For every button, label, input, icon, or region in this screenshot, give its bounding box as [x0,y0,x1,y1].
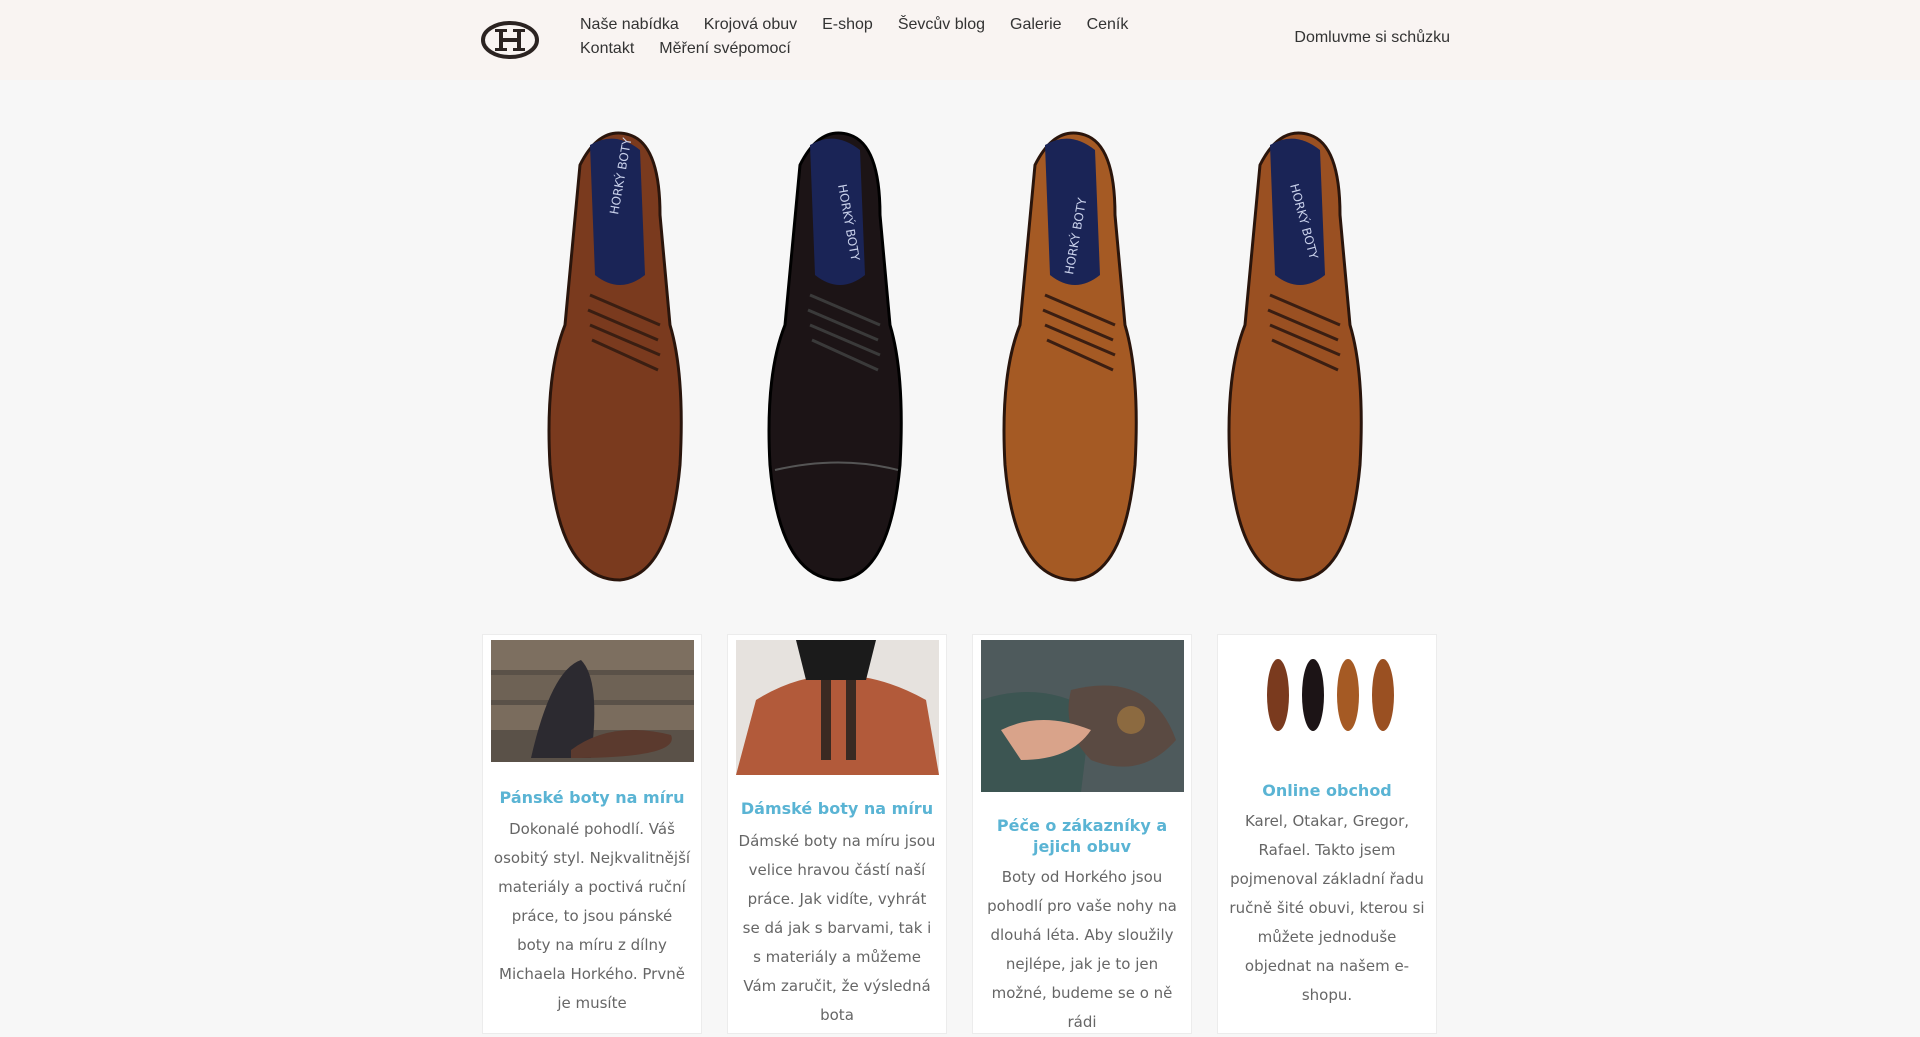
nav-item-krojova-obuv[interactable]: Krojová obuv [704,15,797,35]
nav-item-kontakt[interactable]: Kontakt [580,39,634,59]
card-text: Karel, Otakar, Gregor, Rafael. Takto jse… [1229,812,1425,1004]
shoe-care-image [981,640,1184,792]
shoe-collection-image [1226,640,1429,750]
nav-item-sevcuv-blog[interactable]: Ševcův blog [898,15,985,35]
card-title[interactable]: Dámské boty na míru [734,798,940,819]
mens-shoes-workshop-image [491,640,694,762]
shoe-image-cognac-wingtip: HORKÝ BOTY [1227,131,1363,582]
shoe-image-black-cap-toe: HORKÝ BOTY [767,131,903,582]
card-online-obchod[interactable]: Online obchod Karel, Otakar, Gregor, Raf… [1217,634,1437,1034]
nav-item-galerie[interactable]: Galerie [1010,15,1062,35]
card-title[interactable]: Online obchod [1224,780,1430,801]
card-damske-boty[interactable]: Dámské boty na míru Dámské boty na míru … [727,634,947,1034]
main-nav: Naše nabídka Krojová obuv E-shop Ševcův … [580,15,1160,59]
offer-cards: Pánské boty na míru Dokonalé pohodlí. Vá… [482,634,1442,1034]
site-header: Naše nabídka Krojová obuv E-shop Ševcův … [0,0,1920,80]
shoe-image-tan-brogue: HORKÝ BOTY [1002,131,1138,582]
card-text: Boty od Horkého jsou pohodlí pro vaše no… [987,868,1177,1031]
card-title[interactable]: Pánské boty na míru [489,787,695,808]
nav-item-nase-nabidka[interactable]: Naše nabídka [580,15,679,35]
nav-item-cenik[interactable]: Ceník [1087,15,1129,35]
hero-shoes-image: HORKÝ BOTY HORKÝ BOTY HORKÝ BOTY HORKÝ B… [500,125,1420,595]
card-panske-boty[interactable]: Pánské boty na míru Dokonalé pohodlí. Vá… [482,634,702,1034]
card-title[interactable]: Péče o zákazníky a jejich obuv [979,815,1185,857]
logo-icon[interactable] [480,20,540,60]
nav-item-mereni-svepomoci[interactable]: Měření svépomocí [659,39,791,59]
card-text: Dámské boty na míru jsou velice hravou č… [738,832,936,1024]
book-appointment-link[interactable]: Domluvme si schůzku [1294,29,1450,47]
card-pece-o-zakazniky[interactable]: Péče o zákazníky a jejich obuv Boty od H… [972,634,1192,1034]
card-text: Dokonalé pohodlí. Váš osobitý styl. Nejk… [493,820,691,1012]
shoe-image-brown-brogue: HORKÝ BOTY [547,131,683,582]
nav-item-e-shop[interactable]: E-shop [822,15,873,35]
womens-shoes-image [736,640,939,775]
